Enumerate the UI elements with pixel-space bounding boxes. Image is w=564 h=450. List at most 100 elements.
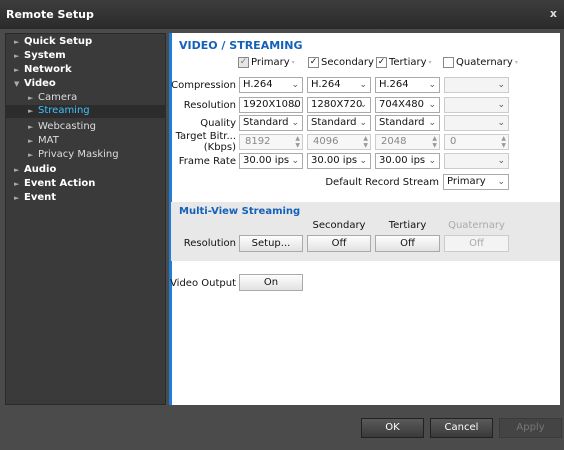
settings-tree: ► Quick Setup ► System ► Network ▼ Video ► Ca… <box>5 33 166 405</box>
tertiary-resolution-select[interactable]: 704X480 ⌄ <box>375 97 440 113</box>
tree-item-event-action[interactable]: ► Event Action <box>14 178 95 189</box>
target-bitrate-label: Target Bitr... (Kbps) <box>175 131 236 153</box>
secondary-resolution-select[interactable]: 1280X720 ⌄ <box>307 97 371 113</box>
tree-item-label: Camera <box>38 92 78 103</box>
tree-item-label: System <box>24 50 66 61</box>
select-value: Primary <box>447 176 486 187</box>
chevron-down-icon: ⌄ <box>291 118 299 128</box>
checkbox-label: Secondary <box>321 57 374 68</box>
chevron-down-icon: ⌄ <box>359 118 367 128</box>
quaternary-quality-select[interactable]: ⌄ <box>444 115 509 131</box>
multiview-title: Multi-View Streaming <box>179 206 301 217</box>
tree-item-label: Quick Setup <box>24 36 93 47</box>
tree-item-camera[interactable]: ► Camera <box>28 92 77 103</box>
cancel-button[interactable]: Cancel <box>430 418 493 438</box>
select-value: Standard <box>379 117 425 128</box>
tree-item-audio[interactable]: ► Audio <box>14 164 56 175</box>
multiview-resolution-label: Resolution <box>183 238 236 249</box>
frame-rate-label: Frame Rate <box>178 156 236 167</box>
checkbox-label: Primary <box>251 57 290 68</box>
quaternary-frame-rate-select[interactable]: ⌄ <box>444 153 509 169</box>
tree-item-label: Network <box>24 64 72 75</box>
remote-setup-window: Remote Setup x ► Quick Setup ► System ► Net… <box>0 0 564 450</box>
tertiary-compression-select[interactable]: H.264 ⌄ <box>375 77 440 93</box>
tick-mark-icon: ▾ <box>514 59 518 66</box>
quaternary-compression-select[interactable]: ⌄ <box>444 77 509 93</box>
expand-arrow-icon: ► <box>28 137 34 145</box>
tree-item-label: Event <box>24 192 57 203</box>
multiview-setup-button[interactable]: Setup... <box>239 235 303 252</box>
tree-item-mat[interactable]: ► MAT <box>28 135 59 146</box>
tree-item-system[interactable]: ► System <box>14 50 66 61</box>
select-value: 704X480 <box>379 99 425 110</box>
multiview-header-quaternary: Quaternary <box>448 220 505 231</box>
tree-item-video[interactable]: ▼ Video <box>14 78 56 89</box>
expand-arrow-icon: ► <box>14 52 20 60</box>
tree-item-webcasting[interactable]: ► Webcasting <box>28 121 96 132</box>
video-output-toggle[interactable]: On <box>239 274 303 291</box>
resolution-label: Resolution <box>183 100 236 111</box>
multiview-quaternary-toggle[interactable]: Off <box>444 235 509 252</box>
tree-item-privacy-masking[interactable]: ► Privacy Masking <box>28 149 119 160</box>
checkbox-box <box>443 57 454 68</box>
multiview-tertiary-toggle[interactable]: Off <box>375 235 440 252</box>
chevron-down-icon: ⌄ <box>497 156 505 166</box>
checkbox-check-icon: ✓ <box>238 57 249 68</box>
spinner-value: 2048 <box>381 136 407 147</box>
default-record-stream-select[interactable]: Primary ⌄ <box>443 174 509 190</box>
spinner-arrows-icon: ▲ ▼ <box>363 135 368 149</box>
secondary-compression-select[interactable]: H.264 ⌄ <box>307 77 371 93</box>
primary-bitrate-spinner[interactable]: 8192 ▲ ▼ <box>239 134 303 150</box>
ok-button[interactable]: OK <box>361 418 424 438</box>
secondary-bitrate-spinner[interactable]: 4096 ▲ ▼ <box>307 134 371 150</box>
tertiary-quality-select[interactable]: Standard ⌄ <box>375 115 440 131</box>
checkbox-check-icon: ✓ <box>308 57 319 68</box>
chevron-down-icon: ⌄ <box>428 156 436 166</box>
tertiary-bitrate-spinner[interactable]: 2048 ▲ ▼ <box>375 134 440 150</box>
tertiary-frame-rate-select[interactable]: 30.00 ips ⌄ <box>375 153 440 169</box>
checkbox-label: Tertiary <box>389 57 427 68</box>
chevron-down-icon: ⌄ <box>428 118 436 128</box>
tree-item-label: Event Action <box>24 178 96 189</box>
spinner-value: 8192 <box>245 136 271 147</box>
tree-item-label: Webcasting <box>38 121 97 132</box>
primary-quality-select[interactable]: Standard ⌄ <box>239 115 303 131</box>
expand-arrow-icon: ► <box>28 94 34 102</box>
spinner-arrows-icon: ▲ ▼ <box>432 135 437 149</box>
quaternary-stream-checkbox[interactable]: Quaternary ▾ <box>443 57 518 68</box>
primary-compression-select[interactable]: H.264 ⌄ <box>239 77 303 93</box>
close-icon[interactable]: x <box>550 7 557 20</box>
chevron-down-icon: ⌄ <box>291 100 299 110</box>
select-value: 30.00 ips <box>379 155 426 166</box>
primary-stream-checkbox[interactable]: ✓ Primary ▾ <box>238 57 295 68</box>
quaternary-resolution-select[interactable]: ⌄ <box>444 97 509 113</box>
tree-item-label: Audio <box>24 164 57 175</box>
tree-item-quick-setup[interactable]: ► Quick Setup <box>14 36 92 47</box>
spinner-arrows-icon: ▲ ▼ <box>295 135 300 149</box>
primary-resolution-select[interactable]: 1920X1080 ⌄ <box>239 97 303 113</box>
primary-frame-rate-select[interactable]: 30.00 ips ⌄ <box>239 153 303 169</box>
multiview-secondary-toggle[interactable]: Off <box>307 235 371 252</box>
quaternary-bitrate-spinner[interactable]: 0 ▲ ▼ <box>444 134 509 150</box>
page-title: VIDEO / STREAMING <box>179 39 303 52</box>
tree-item-streaming[interactable]: ► Streaming <box>6 105 165 118</box>
select-value: H.264 <box>311 79 341 90</box>
chevron-down-icon: ⌄ <box>497 80 505 90</box>
secondary-stream-checkbox[interactable]: ✓Secondary▾ <box>308 57 379 68</box>
tree-item-network[interactable]: ► Network <box>14 64 72 75</box>
expand-arrow-icon: ► <box>14 166 20 174</box>
tertiary-stream-checkbox[interactable]: ✓ Tertiary ▾ <box>376 57 432 68</box>
expand-arrow-icon: ► <box>14 194 20 202</box>
chevron-down-icon: ⌄ <box>359 100 367 110</box>
select-value: Standard <box>311 117 357 128</box>
checkbox-label: Quaternary <box>456 57 513 68</box>
secondary-frame-rate-select[interactable]: 30.00 ips ⌄ <box>307 153 371 169</box>
chevron-down-icon: ⌄ <box>428 100 436 110</box>
tree-item-event[interactable]: ► Event <box>14 192 56 203</box>
chevron-down-icon: ⌄ <box>359 156 367 166</box>
apply-button[interactable]: Apply <box>499 418 562 438</box>
spinner-value: 4096 <box>313 136 339 147</box>
tick-mark-icon: ▾ <box>428 59 432 66</box>
secondary-quality-select[interactable]: Standard ⌄ <box>307 115 371 131</box>
chevron-down-icon: ⌄ <box>497 100 505 110</box>
